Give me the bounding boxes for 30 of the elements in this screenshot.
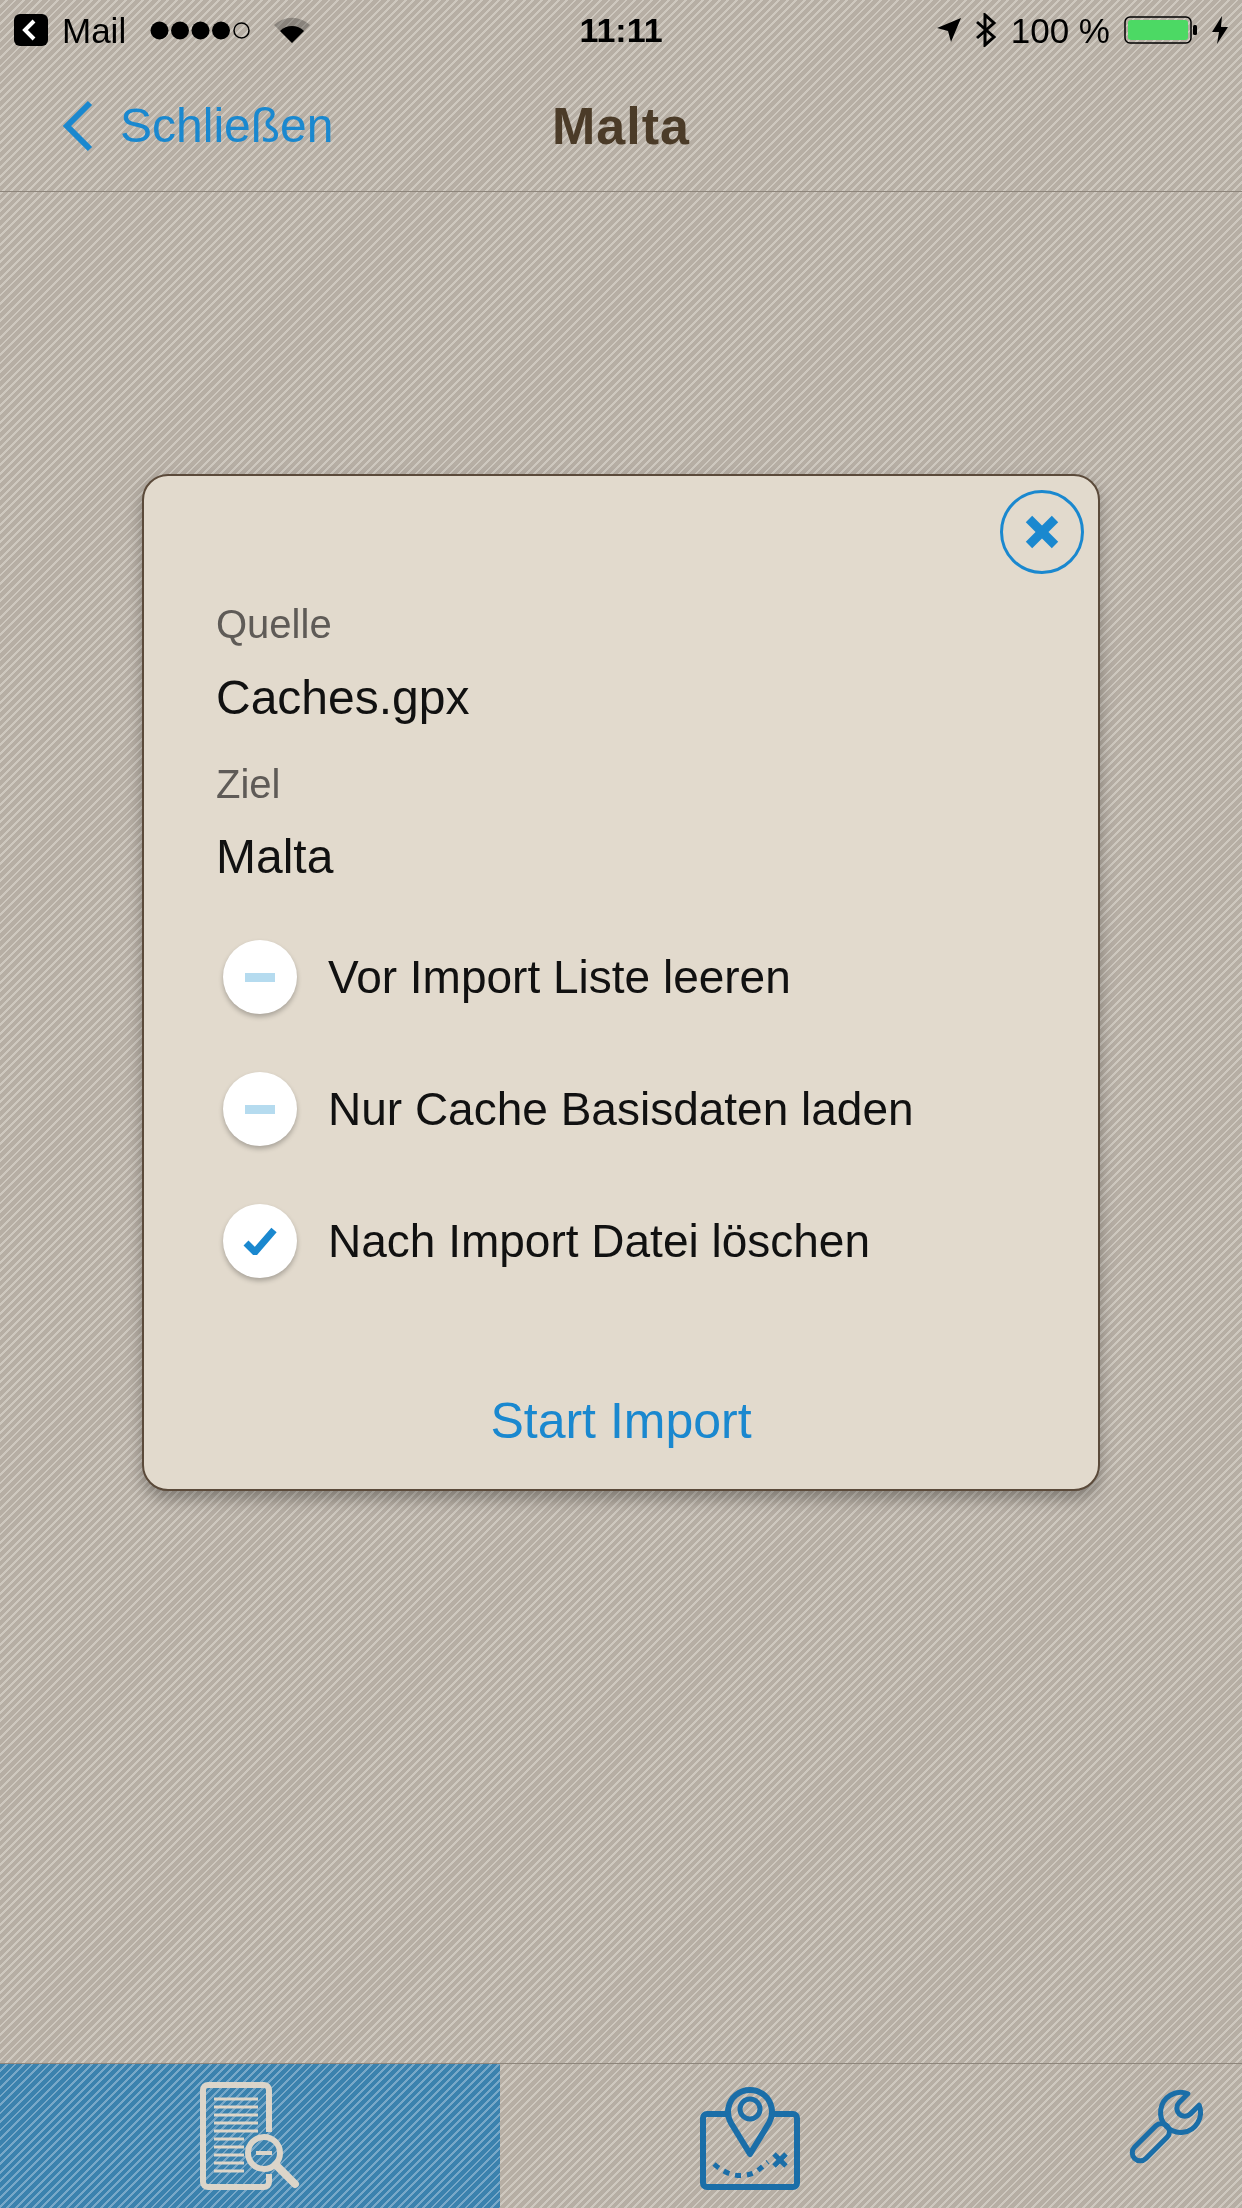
signal-strength-icon xyxy=(150,20,251,40)
document-search-icon xyxy=(200,2082,300,2190)
checkbox[interactable] xyxy=(223,1072,297,1146)
battery-icon xyxy=(1124,16,1198,44)
close-icon xyxy=(1025,515,1059,549)
back-to-app-button[interactable]: Mail xyxy=(14,12,127,48)
charging-bolt-icon xyxy=(1212,16,1228,44)
battery-percentage: 100 % xyxy=(1010,12,1110,48)
check-icon xyxy=(243,1227,277,1255)
field-value: Malta xyxy=(216,829,334,885)
field-value: Caches.gpx xyxy=(216,670,470,726)
back-button[interactable]: Schließen xyxy=(62,99,334,152)
location-arrow-icon xyxy=(936,18,961,42)
wifi-icon xyxy=(274,17,311,43)
option-label: Nach Import Datei löschen xyxy=(328,1214,871,1268)
tab[interactable] xyxy=(0,2064,500,2208)
field-label: Ziel xyxy=(216,761,281,808)
bluetooth-icon xyxy=(974,13,997,47)
status-time: 11:11 xyxy=(579,13,663,47)
checkbox[interactable] xyxy=(223,1204,297,1278)
option-label: Nur Cache Basisdaten laden xyxy=(328,1082,914,1136)
nav-title: Malta xyxy=(552,95,690,156)
minus-icon xyxy=(245,1104,275,1114)
checkbox[interactable] xyxy=(223,940,297,1014)
field-label: Quelle xyxy=(216,601,332,648)
option-label: Vor Import Liste leeren xyxy=(328,950,791,1004)
chevron-left-icon xyxy=(62,99,94,152)
start-import-button[interactable]: Start Import xyxy=(480,1392,762,1450)
minus-icon xyxy=(245,972,275,982)
close-button[interactable] xyxy=(1000,490,1084,574)
